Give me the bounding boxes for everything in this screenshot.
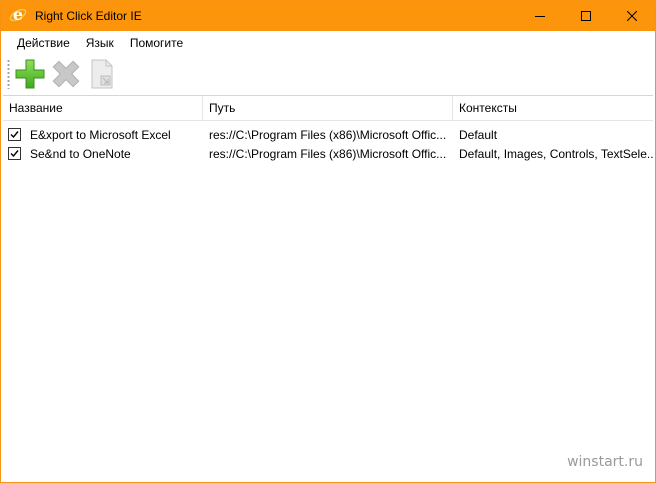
document-icon <box>91 59 113 89</box>
close-icon <box>627 11 637 21</box>
list-row[interactable]: E&xport to Microsoft Excel res://C:\Prog… <box>3 125 653 144</box>
row-checkbox[interactable] <box>8 128 21 141</box>
menu-bar: Действие Язык Помогите <box>1 32 655 54</box>
app-window: e Right Click Editor IE Действие Язык По… <box>0 0 656 483</box>
column-header-path[interactable]: Путь <box>203 96 453 120</box>
column-header-name[interactable]: Название <box>3 96 203 120</box>
name-cell: Se&nd to OneNote <box>3 147 203 161</box>
item-name: Se&nd to OneNote <box>30 146 131 161</box>
menu-language[interactable]: Язык <box>78 32 122 54</box>
toolbar <box>1 54 655 94</box>
row-checkbox[interactable] <box>8 147 21 160</box>
maximize-button[interactable] <box>563 1 609 31</box>
item-name: E&xport to Microsoft Excel <box>30 127 171 142</box>
checkmark-icon <box>10 131 19 139</box>
list-header: Название Путь Контексты <box>3 96 653 121</box>
contexts-cell: Default <box>459 127 498 142</box>
path-cell: res://C:\Program Files (x86)\Microsoft O… <box>209 146 447 161</box>
minimize-button[interactable] <box>517 1 563 31</box>
plus-icon <box>15 59 45 89</box>
watermark: winstart.ru <box>567 454 643 470</box>
svg-text:e: e <box>13 6 23 24</box>
toolbar-grip[interactable] <box>7 59 10 89</box>
list-row[interactable]: Se&nd to OneNote res://C:\Program Files … <box>3 144 653 163</box>
title-bar[interactable]: e Right Click Editor IE <box>1 1 655 31</box>
path-cell: res://C:\Program Files (x86)\Microsoft O… <box>209 127 447 142</box>
shortcut-list[interactable]: Название Путь Контексты E&xport to Micro… <box>3 95 653 481</box>
add-button[interactable] <box>14 58 46 90</box>
contexts-cell: Default, Images, Controls, TextSele... <box>459 146 653 161</box>
window-controls <box>517 1 655 31</box>
edit-button[interactable] <box>86 58 118 90</box>
column-header-contexts[interactable]: Контексты <box>453 96 653 120</box>
delete-button[interactable] <box>50 58 82 90</box>
maximize-icon <box>581 11 591 21</box>
ie-logo-icon: e <box>1 5 35 27</box>
checkmark-icon <box>10 150 19 158</box>
minimize-icon <box>535 16 545 17</box>
menu-action[interactable]: Действие <box>9 32 78 54</box>
x-icon <box>52 60 80 88</box>
close-button[interactable] <box>609 1 655 31</box>
name-cell: E&xport to Microsoft Excel <box>3 128 203 142</box>
menu-help[interactable]: Помогите <box>122 32 191 54</box>
window-title: Right Click Editor IE <box>35 9 142 23</box>
